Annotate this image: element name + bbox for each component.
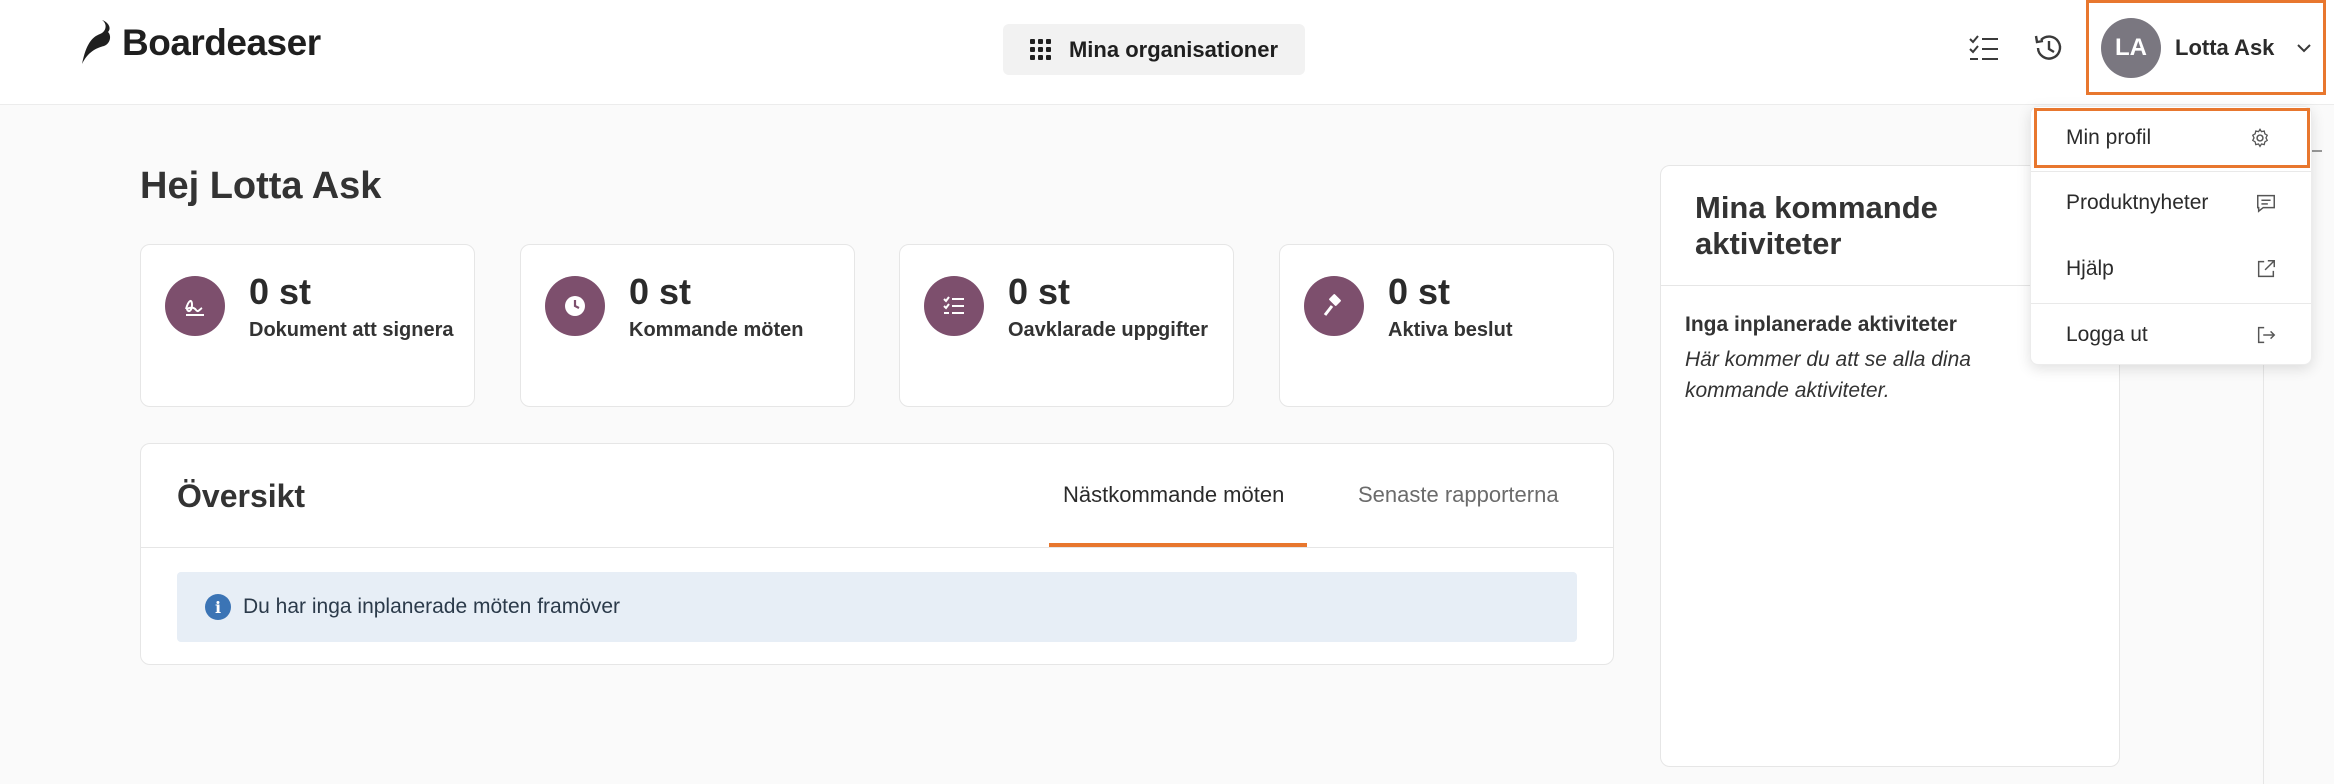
menu-item-label: Min profil	[2066, 126, 2152, 149]
menu-divider	[2031, 303, 2311, 304]
user-menu-button[interactable]: LA Lotta Ask	[2086, 0, 2326, 95]
clock-icon	[545, 276, 605, 336]
apps-grid-icon	[1029, 39, 1051, 60]
gear-icon	[2251, 128, 2269, 148]
menu-item-label: Produktnyheter	[2066, 191, 2209, 214]
tab-latest-reports[interactable]: Senaste rapporterna	[1358, 482, 1559, 508]
menu-item-label: Logga ut	[2066, 323, 2148, 346]
checklist-icon	[924, 276, 984, 336]
active-tab-indicator	[1049, 543, 1307, 547]
history-icon[interactable]	[2031, 30, 2067, 66]
my-organisations-label: Mina organisationer	[1068, 36, 1279, 62]
avatar: LA	[2101, 17, 2161, 78]
chevron-down-icon	[2297, 43, 2311, 52]
brand-logo[interactable]: Boardeaser	[78, 18, 321, 68]
gavel-icon	[1304, 276, 1364, 336]
stat-label: Kommande möten	[629, 319, 804, 341]
menu-divider	[2031, 171, 2311, 172]
info-icon: i	[205, 594, 231, 620]
info-banner: i Du har inga inplanerade möten framöver	[177, 572, 1577, 642]
stat-label: Oavklarade uppgifter	[1008, 319, 1209, 341]
stat-value: 0 st	[1388, 271, 1451, 312]
info-message: Du har inga inplanerade möten framöver	[243, 595, 621, 618]
message-icon	[2257, 194, 2275, 213]
menu-item-my-profile[interactable]: Min profil	[2034, 108, 2310, 168]
stat-card-decisions[interactable]: 0 st Aktiva beslut	[1279, 244, 1614, 407]
overview-header: Översikt Nästkommande möten Senaste rapp…	[141, 444, 1613, 548]
tab-upcoming-meetings[interactable]: Nästkommande möten	[1063, 482, 1284, 508]
overview-title: Översikt	[177, 478, 306, 514]
stat-card-meetings[interactable]: 0 st Kommande möten	[520, 244, 855, 407]
stat-card-documents[interactable]: 0 st Dokument att signera	[140, 244, 475, 407]
stat-label: Aktiva beslut	[1388, 319, 1513, 341]
external-link-icon	[2257, 260, 2275, 278]
stat-label: Dokument att signera	[249, 319, 454, 341]
stat-value: 0 st	[249, 271, 312, 312]
signature-icon	[165, 276, 225, 336]
overview-panel: Översikt Nästkommande möten Senaste rapp…	[140, 443, 1614, 665]
stat-value: 0 st	[1008, 271, 1071, 312]
stat-value: 0 st	[629, 271, 692, 312]
menu-item-label: Hjälp	[2066, 257, 2114, 280]
menu-item-help[interactable]: Hjälp	[2031, 239, 2313, 299]
leaf-logo-icon	[82, 20, 111, 64]
brand-name: Boardeaser	[122, 22, 321, 63]
my-organisations-button[interactable]: Mina organisationer	[1003, 24, 1305, 75]
user-name: Lotta Ask	[2175, 34, 2275, 60]
activities-title: Mina kommande aktiviteter	[1695, 190, 1938, 261]
page-title: Hej Lotta Ask	[140, 165, 382, 207]
empty-state-text: Här kommer du att se alla dina kommande …	[1685, 348, 1971, 402]
user-dropdown-menu: Min profil Produktnyheter Hjälp Logga ut	[2030, 106, 2312, 365]
stat-card-tasks[interactable]: 0 st Oavklarade uppgifter	[899, 244, 1234, 407]
empty-state-title: Inga inplanerade aktiviteter	[1685, 313, 1957, 336]
menu-item-logout[interactable]: Logga ut	[2031, 305, 2313, 365]
logout-icon	[2257, 326, 2276, 344]
top-header: Boardeaser Mina organisationer LA Lotta …	[0, 0, 2334, 105]
menu-item-product-news[interactable]: Produktnyheter	[2031, 173, 2313, 233]
checklist-icon[interactable]	[1966, 30, 2002, 66]
